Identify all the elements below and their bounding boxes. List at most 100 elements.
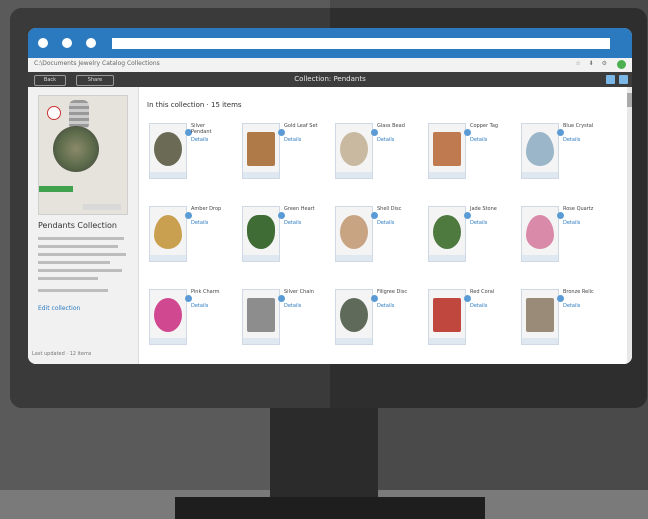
item-thumbnail[interactable] <box>149 123 187 179</box>
item-image <box>154 298 182 332</box>
description-line <box>38 261 110 264</box>
item-details-link[interactable]: Details <box>284 303 301 309</box>
item-thumbnail[interactable] <box>149 206 187 262</box>
item-thumbnail[interactable] <box>242 123 280 179</box>
item-details-link[interactable]: Details <box>377 137 394 143</box>
check-icon[interactable] <box>185 212 192 219</box>
item-thumbnail[interactable] <box>521 123 559 179</box>
item-image <box>154 132 182 166</box>
check-icon[interactable] <box>557 295 564 302</box>
item-details-link[interactable]: Details <box>563 137 580 143</box>
address-url[interactable]: C:\Documents Jewelry Catalog Collections <box>34 60 160 67</box>
item-caption-strip <box>243 338 279 344</box>
check-icon[interactable] <box>557 129 564 136</box>
item-title: Jade Stone <box>470 206 497 212</box>
item-thumbnail[interactable] <box>428 289 466 345</box>
item-card[interactable]: Green Heart Details <box>242 206 322 276</box>
item-image <box>247 215 275 249</box>
grid-icon[interactable] <box>619 75 628 84</box>
item-image <box>433 215 461 249</box>
item-thumbnail[interactable] <box>242 206 280 262</box>
item-thumbnail[interactable] <box>335 123 373 179</box>
item-card[interactable]: Filigree Disc Details <box>335 289 415 359</box>
item-thumbnail[interactable] <box>428 123 466 179</box>
item-card[interactable]: Silver Chain Details <box>242 289 322 359</box>
sidebar-title: Pendants Collection <box>38 221 117 230</box>
item-caption-strip <box>243 255 279 261</box>
item-thumbnail[interactable] <box>428 206 466 262</box>
item-caption-strip <box>429 172 465 178</box>
item-card[interactable]: Rose Quartz Details <box>521 206 601 276</box>
item-card[interactable]: Shell Disc Details <box>335 206 415 276</box>
item-thumbnail[interactable] <box>335 289 373 345</box>
avatar[interactable] <box>617 60 626 69</box>
item-details-link[interactable]: Details <box>377 303 394 309</box>
item-image <box>340 132 368 166</box>
item-card[interactable]: Red Coral Details <box>428 289 508 359</box>
item-card[interactable]: Silver Pendant Details <box>149 123 229 193</box>
item-card[interactable]: Blue Crystal Details <box>521 123 601 193</box>
check-icon[interactable] <box>371 129 378 136</box>
item-title: Gold Leaf Set <box>284 123 318 129</box>
title-url-bar[interactable] <box>112 38 610 49</box>
scrollbar[interactable] <box>627 87 632 364</box>
item-details-link[interactable]: Details <box>563 220 580 226</box>
item-thumbnail[interactable] <box>521 289 559 345</box>
item-card[interactable]: Copper Tag Details <box>428 123 508 193</box>
item-image <box>433 132 461 166</box>
scroll-thumb[interactable] <box>627 93 632 107</box>
check-icon[interactable] <box>278 295 285 302</box>
check-icon[interactable] <box>464 295 471 302</box>
item-title: Blue Crystal <box>563 123 594 129</box>
item-card[interactable]: Jade Stone Details <box>428 206 508 276</box>
item-card[interactable]: Pink Charm Details <box>149 289 229 359</box>
item-details-link[interactable]: Details <box>470 303 487 309</box>
item-thumbnail[interactable] <box>335 206 373 262</box>
item-card[interactable]: Glass Bead Details <box>335 123 415 193</box>
item-details-link[interactable]: Details <box>284 137 301 143</box>
collection-cover[interactable] <box>38 95 128 215</box>
check-icon[interactable] <box>464 129 471 136</box>
check-icon[interactable] <box>278 129 285 136</box>
item-caption-strip <box>150 255 186 261</box>
check-icon[interactable] <box>464 212 471 219</box>
item-card[interactable]: Gold Leaf Set Details <box>242 123 322 193</box>
item-details-link[interactable]: Details <box>470 220 487 226</box>
brand-logo <box>47 106 61 120</box>
window-dot-3[interactable] <box>86 38 96 48</box>
check-icon[interactable] <box>185 295 192 302</box>
check-icon[interactable] <box>371 212 378 219</box>
description-line <box>38 277 98 280</box>
item-details-link[interactable]: Details <box>191 220 208 226</box>
check-icon[interactable] <box>278 212 285 219</box>
item-image <box>247 298 275 332</box>
item-details-link[interactable]: Details <box>563 303 580 309</box>
item-image <box>526 132 554 166</box>
item-details-link[interactable]: Details <box>377 220 394 226</box>
window-dot-1[interactable] <box>38 38 48 48</box>
item-card[interactable]: Amber Drop Details <box>149 206 229 276</box>
item-card[interactable]: Bronze Relic Details <box>521 289 601 359</box>
item-title: Amber Drop <box>191 206 222 212</box>
item-thumbnail[interactable] <box>149 289 187 345</box>
item-caption-strip <box>522 172 558 178</box>
item-caption-strip <box>522 338 558 344</box>
item-thumbnail[interactable] <box>242 289 280 345</box>
edit-icon[interactable] <box>606 75 615 84</box>
window-dot-2[interactable] <box>62 38 72 48</box>
item-caption-strip <box>243 172 279 178</box>
check-icon[interactable] <box>371 295 378 302</box>
item-title: Pink Charm <box>191 289 220 295</box>
item-caption-strip <box>150 172 186 178</box>
item-details-link[interactable]: Details <box>191 303 208 309</box>
check-icon[interactable] <box>557 212 564 219</box>
item-details-link[interactable]: Details <box>284 220 301 226</box>
item-thumbnail[interactable] <box>521 206 559 262</box>
item-caption-strip <box>429 338 465 344</box>
item-image <box>526 298 554 332</box>
item-details-link[interactable]: Details <box>191 137 208 143</box>
edit-collection-link[interactable]: Edit collection <box>38 305 80 312</box>
item-caption-strip <box>522 255 558 261</box>
collection-heading: In this collection · 15 items <box>147 101 242 109</box>
item-details-link[interactable]: Details <box>470 137 487 143</box>
